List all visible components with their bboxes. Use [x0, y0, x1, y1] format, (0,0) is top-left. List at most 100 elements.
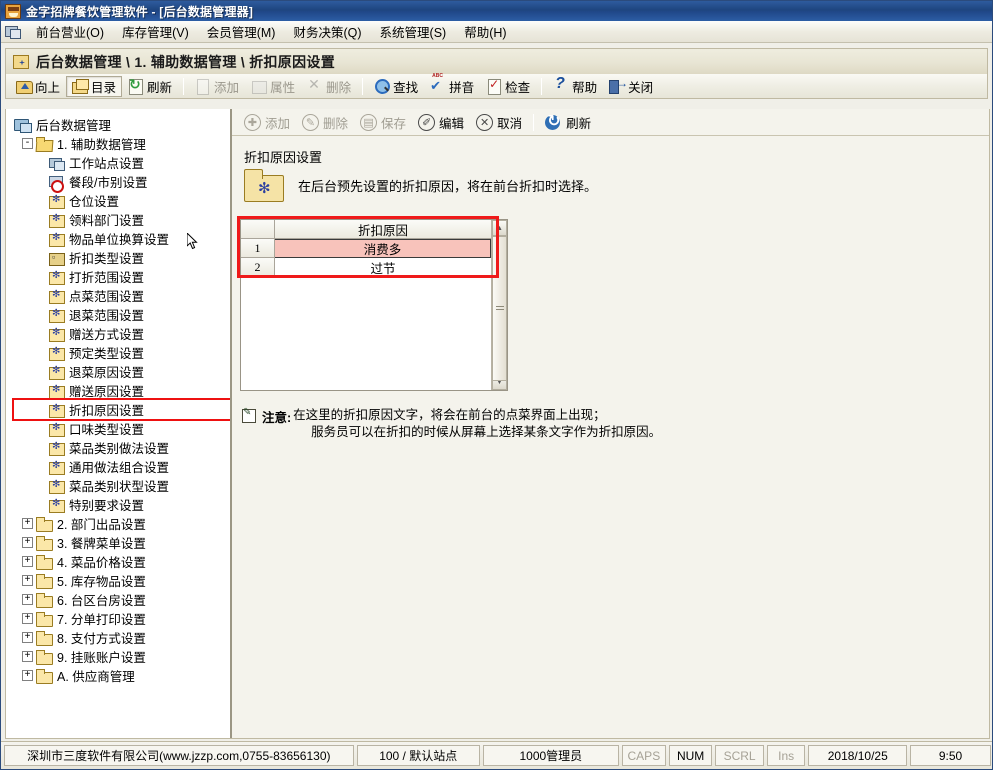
- scrollbar-track[interactable]: [492, 236, 507, 381]
- table-row[interactable]: 2 过节: [241, 258, 491, 277]
- star-folder-icon: [48, 402, 65, 418]
- menu-item-system[interactable]: 系统管理(S): [371, 20, 456, 43]
- tree-item-18[interactable]: 菜品类别状型设置: [14, 476, 230, 495]
- record-label-edit: 编辑: [439, 116, 465, 131]
- expand-icon[interactable]: +: [22, 670, 33, 681]
- toolbar-button-find[interactable]: 查找: [368, 76, 424, 97]
- expand-icon[interactable]: +: [22, 594, 33, 605]
- search-magnifier-icon: [374, 78, 391, 94]
- toolbar-button-check[interactable]: 检查: [480, 76, 536, 97]
- star-folder-icon: [48, 288, 65, 304]
- tree-item-15[interactable]: 口味类型设置: [14, 419, 230, 438]
- record-label-add: 添加: [265, 116, 291, 131]
- tree-item-17[interactable]: 通用做法组合设置: [14, 457, 230, 476]
- folder-icon: [36, 611, 53, 627]
- tree-item-21[interactable]: +3. 餐牌菜单设置: [14, 533, 230, 552]
- menu-item-finance[interactable]: 财务决策(Q): [284, 20, 370, 43]
- star-folder-icon: [48, 478, 65, 494]
- tree-item-label: 赠送方式设置: [69, 328, 145, 342]
- expand-icon[interactable]: +: [22, 651, 33, 662]
- toolbar-button-close[interactable]: 关闭: [603, 76, 659, 97]
- toolbar-label-check: 检查: [505, 80, 531, 95]
- tree-item-11[interactable]: 预定类型设置: [14, 343, 230, 362]
- expand-icon[interactable]: +: [22, 575, 33, 586]
- table-row[interactable]: 1 消费多: [241, 239, 491, 258]
- tree-item-4[interactable]: 领料部门设置: [14, 210, 230, 229]
- scroll-up-arrow-icon[interactable]: ▲: [492, 220, 507, 236]
- tree-item-25[interactable]: +7. 分单打印设置: [14, 609, 230, 628]
- tree-item-24[interactable]: +6. 台区台房设置: [14, 590, 230, 609]
- discount-reason-grid[interactable]: 折扣原因 1 消费多 2 过节 ▲ ▼: [240, 219, 508, 391]
- tree-item-22[interactable]: +4. 菜品价格设置: [14, 552, 230, 571]
- row-value[interactable]: 过节: [275, 258, 491, 277]
- mdi-window-icon[interactable]: [4, 24, 21, 39]
- tree-item-10[interactable]: 赠送方式设置: [14, 324, 230, 343]
- scrollbar-thumb[interactable]: [492, 236, 507, 381]
- expand-icon[interactable]: +: [22, 537, 33, 548]
- record-button-cancel[interactable]: ✕ 取消: [470, 111, 528, 133]
- folder-up-icon: [16, 78, 33, 94]
- menu-item-frontdesk[interactable]: 前台营业(O): [27, 20, 113, 43]
- tree-item-label: 9. 挂账账户设置: [57, 651, 146, 665]
- delete-circle-icon: ✎: [302, 113, 320, 131]
- folder-icon: [36, 668, 53, 684]
- expand-icon[interactable]: +: [22, 632, 33, 643]
- toolbar-button-up[interactable]: 向上: [10, 76, 66, 97]
- note-text: 在这里的折扣原因文字，将会在前台的点菜界面上出现； 服务员可以在折扣的时候从屏幕…: [293, 407, 661, 441]
- folder-icon: [36, 516, 53, 532]
- grid-column-header[interactable]: 折扣原因: [275, 220, 491, 239]
- toolbar-button-directory[interactable]: 目录: [66, 75, 123, 97]
- toolbar-button-pinyin[interactable]: 拼音: [424, 73, 480, 97]
- status-operator: 1000管理员: [482, 745, 619, 766]
- tree-item-12[interactable]: 退菜原因设置: [14, 362, 230, 381]
- tree-item-label: 7. 分单打印设置: [57, 613, 146, 627]
- tree-item-14[interactable]: 折扣原因设置: [12, 398, 230, 421]
- row-value[interactable]: 消费多: [275, 239, 491, 258]
- tree-item-26[interactable]: +8. 支付方式设置: [14, 628, 230, 647]
- tree-item-28[interactable]: + A. 供应商管理: [14, 666, 230, 685]
- menu-item-inventory[interactable]: 库存管理(V): [113, 20, 198, 43]
- blue-star-folder-icon: [13, 54, 29, 69]
- main-toolbar: 向上 目录 刷新 添加 属性 删除 查找 拼音: [5, 73, 988, 99]
- dark-folder-icon: [48, 251, 65, 266]
- toolbar-button-help[interactable]: 帮助: [547, 75, 603, 97]
- tree-item-7[interactable]: 打折范围设置: [14, 267, 230, 286]
- tree-item-23[interactable]: +5. 库存物品设置: [14, 571, 230, 590]
- tree-item-27[interactable]: +9. 挂账账户设置: [14, 647, 230, 666]
- expand-icon[interactable]: +: [22, 613, 33, 624]
- note-label: 注意:: [262, 411, 292, 425]
- grid-body: 折扣原因 1 消费多 2 过节: [241, 220, 491, 390]
- tree-item-label: 菜品类别状型设置: [69, 480, 170, 494]
- tree-item-13[interactable]: 赠送原因设置: [14, 381, 230, 400]
- expand-icon[interactable]: +: [22, 556, 33, 567]
- tree-item-0[interactable]: - 1. 辅助数据管理: [14, 134, 230, 153]
- tree-root-node[interactable]: 后台数据管理: [14, 115, 230, 134]
- tree-item-9[interactable]: 退菜范围设置: [14, 305, 230, 324]
- tree-item-2[interactable]: 餐段/市别设置: [14, 172, 230, 193]
- menu-item-member[interactable]: 会员管理(M): [198, 20, 285, 43]
- expand-icon[interactable]: +: [22, 518, 33, 529]
- toolbar-button-refresh[interactable]: 刷新: [122, 76, 178, 97]
- tree-item-1[interactable]: 工作站点设置: [14, 153, 230, 172]
- star-folder-icon: [48, 459, 65, 475]
- record-button-edit[interactable]: ✐ 编辑: [412, 111, 470, 133]
- tree-item-19[interactable]: 特别要求设置: [14, 495, 230, 514]
- toolbar-label-close: 关闭: [628, 80, 654, 95]
- add-document-icon: [195, 78, 211, 95]
- menu-item-help[interactable]: 帮助(H): [455, 20, 515, 43]
- tree-item-20[interactable]: +2. 部门出品设置: [14, 514, 230, 533]
- status-station: 100 / 默认站点: [356, 745, 480, 766]
- record-button-refresh[interactable]: 刷新: [539, 111, 597, 133]
- navigation-tree[interactable]: 后台数据管理 - 1. 辅助数据管理工作站点设置餐段/市别设置仓位设置领料部门设置…: [6, 109, 232, 738]
- tree-item-16[interactable]: 菜品类别做法设置: [14, 438, 230, 457]
- record-label-save: 保存: [381, 116, 407, 131]
- collapse-icon[interactable]: -: [22, 138, 33, 149]
- grid-vertical-scrollbar[interactable]: ▲ ▼: [491, 220, 507, 390]
- tree-root-label: 后台数据管理: [36, 119, 112, 133]
- workstation-icon: [48, 156, 65, 171]
- tree-item-3[interactable]: 仓位设置: [14, 191, 230, 210]
- star-folder-icon: [48, 212, 65, 228]
- mouse-cursor-icon: [187, 233, 198, 250]
- tree-item-label: 3. 餐牌菜单设置: [57, 537, 146, 551]
- tree-item-8[interactable]: 点菜范围设置: [14, 286, 230, 305]
